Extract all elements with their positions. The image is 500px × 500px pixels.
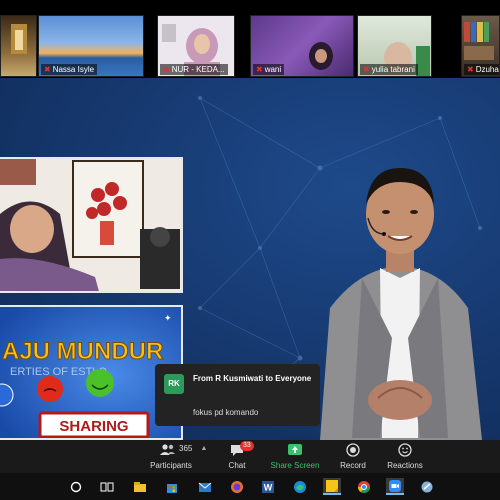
share-screen-label: Share Screen: [270, 461, 320, 470]
participant-video-woman[interactable]: [0, 157, 183, 293]
muted-mic-icon: ✖: [467, 65, 474, 74]
slide-sharing-label: SHARING: [59, 418, 128, 435]
caret-up-icon: ▲: [200, 445, 208, 452]
participant-tile[interactable]: ✖ wani: [250, 15, 354, 77]
main-video-area: AJU MUNDUR ERTIES OF ESTLO SHARING ✦ RK …: [0, 78, 500, 440]
slide-logo-mark: ✦: [164, 313, 172, 323]
participant-tile[interactable]: [0, 15, 37, 77]
participant-gallery-strip: ✖ Nassa Isyle ✖ NUR - KEDA... ✖ wani ✖ y…: [0, 0, 500, 78]
muted-mic-icon: ✖: [44, 65, 51, 74]
reactions-label: Reactions: [387, 461, 423, 470]
chat-label: Chat: [228, 461, 246, 470]
reactions-button[interactable]: Reactions: [386, 443, 424, 470]
zoom-meeting-window: ✖ Nassa Isyle ✖ NUR - KEDA... ✖ wani ✖ y…: [0, 0, 500, 500]
chat-message-text: fokus pd komando: [193, 408, 259, 417]
windows-taskbar: W: [0, 473, 500, 500]
muted-mic-icon: ✖: [363, 65, 370, 74]
word-icon[interactable]: W: [259, 478, 277, 495]
mail-icon[interactable]: [196, 478, 214, 495]
speaker-video[interactable]: [300, 138, 500, 440]
participant-tile[interactable]: ✖Dzuha...: [461, 15, 500, 77]
room-interior-image: [11, 24, 27, 54]
participants-options-caret[interactable]: ▲: [198, 443, 210, 452]
chat-unread-badge: 33: [240, 441, 254, 451]
meeting-toolbar: 365 Participants ▲ 33 Chat Share Screen: [0, 440, 500, 473]
chat-sender-line: From R Kusmiwati to Everyone: [193, 374, 312, 383]
chat-notification-popup[interactable]: RK From R Kusmiwati to Everyone fokus pd…: [155, 364, 320, 426]
participant-name: ✖ yulia tabrani: [360, 64, 418, 75]
participant-name: ✖ wani: [253, 64, 285, 75]
zoom-icon[interactable]: [386, 478, 404, 495]
record-icon: [346, 443, 360, 457]
edge-icon[interactable]: [291, 478, 309, 495]
chat-button[interactable]: 33 Chat: [224, 441, 254, 470]
record-label: Record: [340, 461, 366, 470]
muted-mic-icon: ✖: [163, 65, 170, 74]
sticky-notes-icon[interactable]: [323, 478, 341, 495]
participants-icon: [160, 444, 175, 455]
participant-video-image: [0, 159, 181, 291]
share-screen-icon: [288, 444, 302, 455]
participants-button[interactable]: 365 Participants: [148, 443, 194, 470]
slide-title: AJU MUNDUR: [2, 338, 163, 365]
record-button[interactable]: Record: [337, 443, 369, 470]
reactions-smiley-icon: [398, 443, 412, 457]
participant-name: ✖ NUR - KEDA...: [160, 64, 228, 75]
muted-mic-icon: ✖: [256, 65, 263, 74]
search-circle-icon[interactable]: [67, 478, 85, 495]
speaker-image: [320, 168, 482, 440]
share-screen-button[interactable]: Share Screen: [270, 443, 320, 470]
participants-count: 365: [179, 444, 193, 453]
participant-name: ✖Dzuha...: [464, 64, 499, 75]
app-icon[interactable]: [418, 478, 436, 495]
participant-tile[interactable]: ✖ Nassa Isyle: [38, 15, 144, 77]
participant-tile[interactable]: ✖ NUR - KEDA...: [157, 15, 235, 77]
firefox-icon[interactable]: [228, 478, 246, 495]
svg-text:W: W: [264, 482, 273, 492]
chrome-icon[interactable]: [355, 478, 373, 495]
sender-avatar: RK: [164, 374, 184, 394]
participant-tile[interactable]: ✖ yulia tabrani: [357, 15, 432, 77]
task-view-icon[interactable]: [98, 478, 116, 495]
participants-label: Participants: [150, 461, 192, 470]
file-explorer-icon[interactable]: [131, 478, 149, 495]
participant-name: ✖ Nassa Isyle: [41, 64, 98, 75]
store-bag-icon[interactable]: [163, 478, 181, 495]
